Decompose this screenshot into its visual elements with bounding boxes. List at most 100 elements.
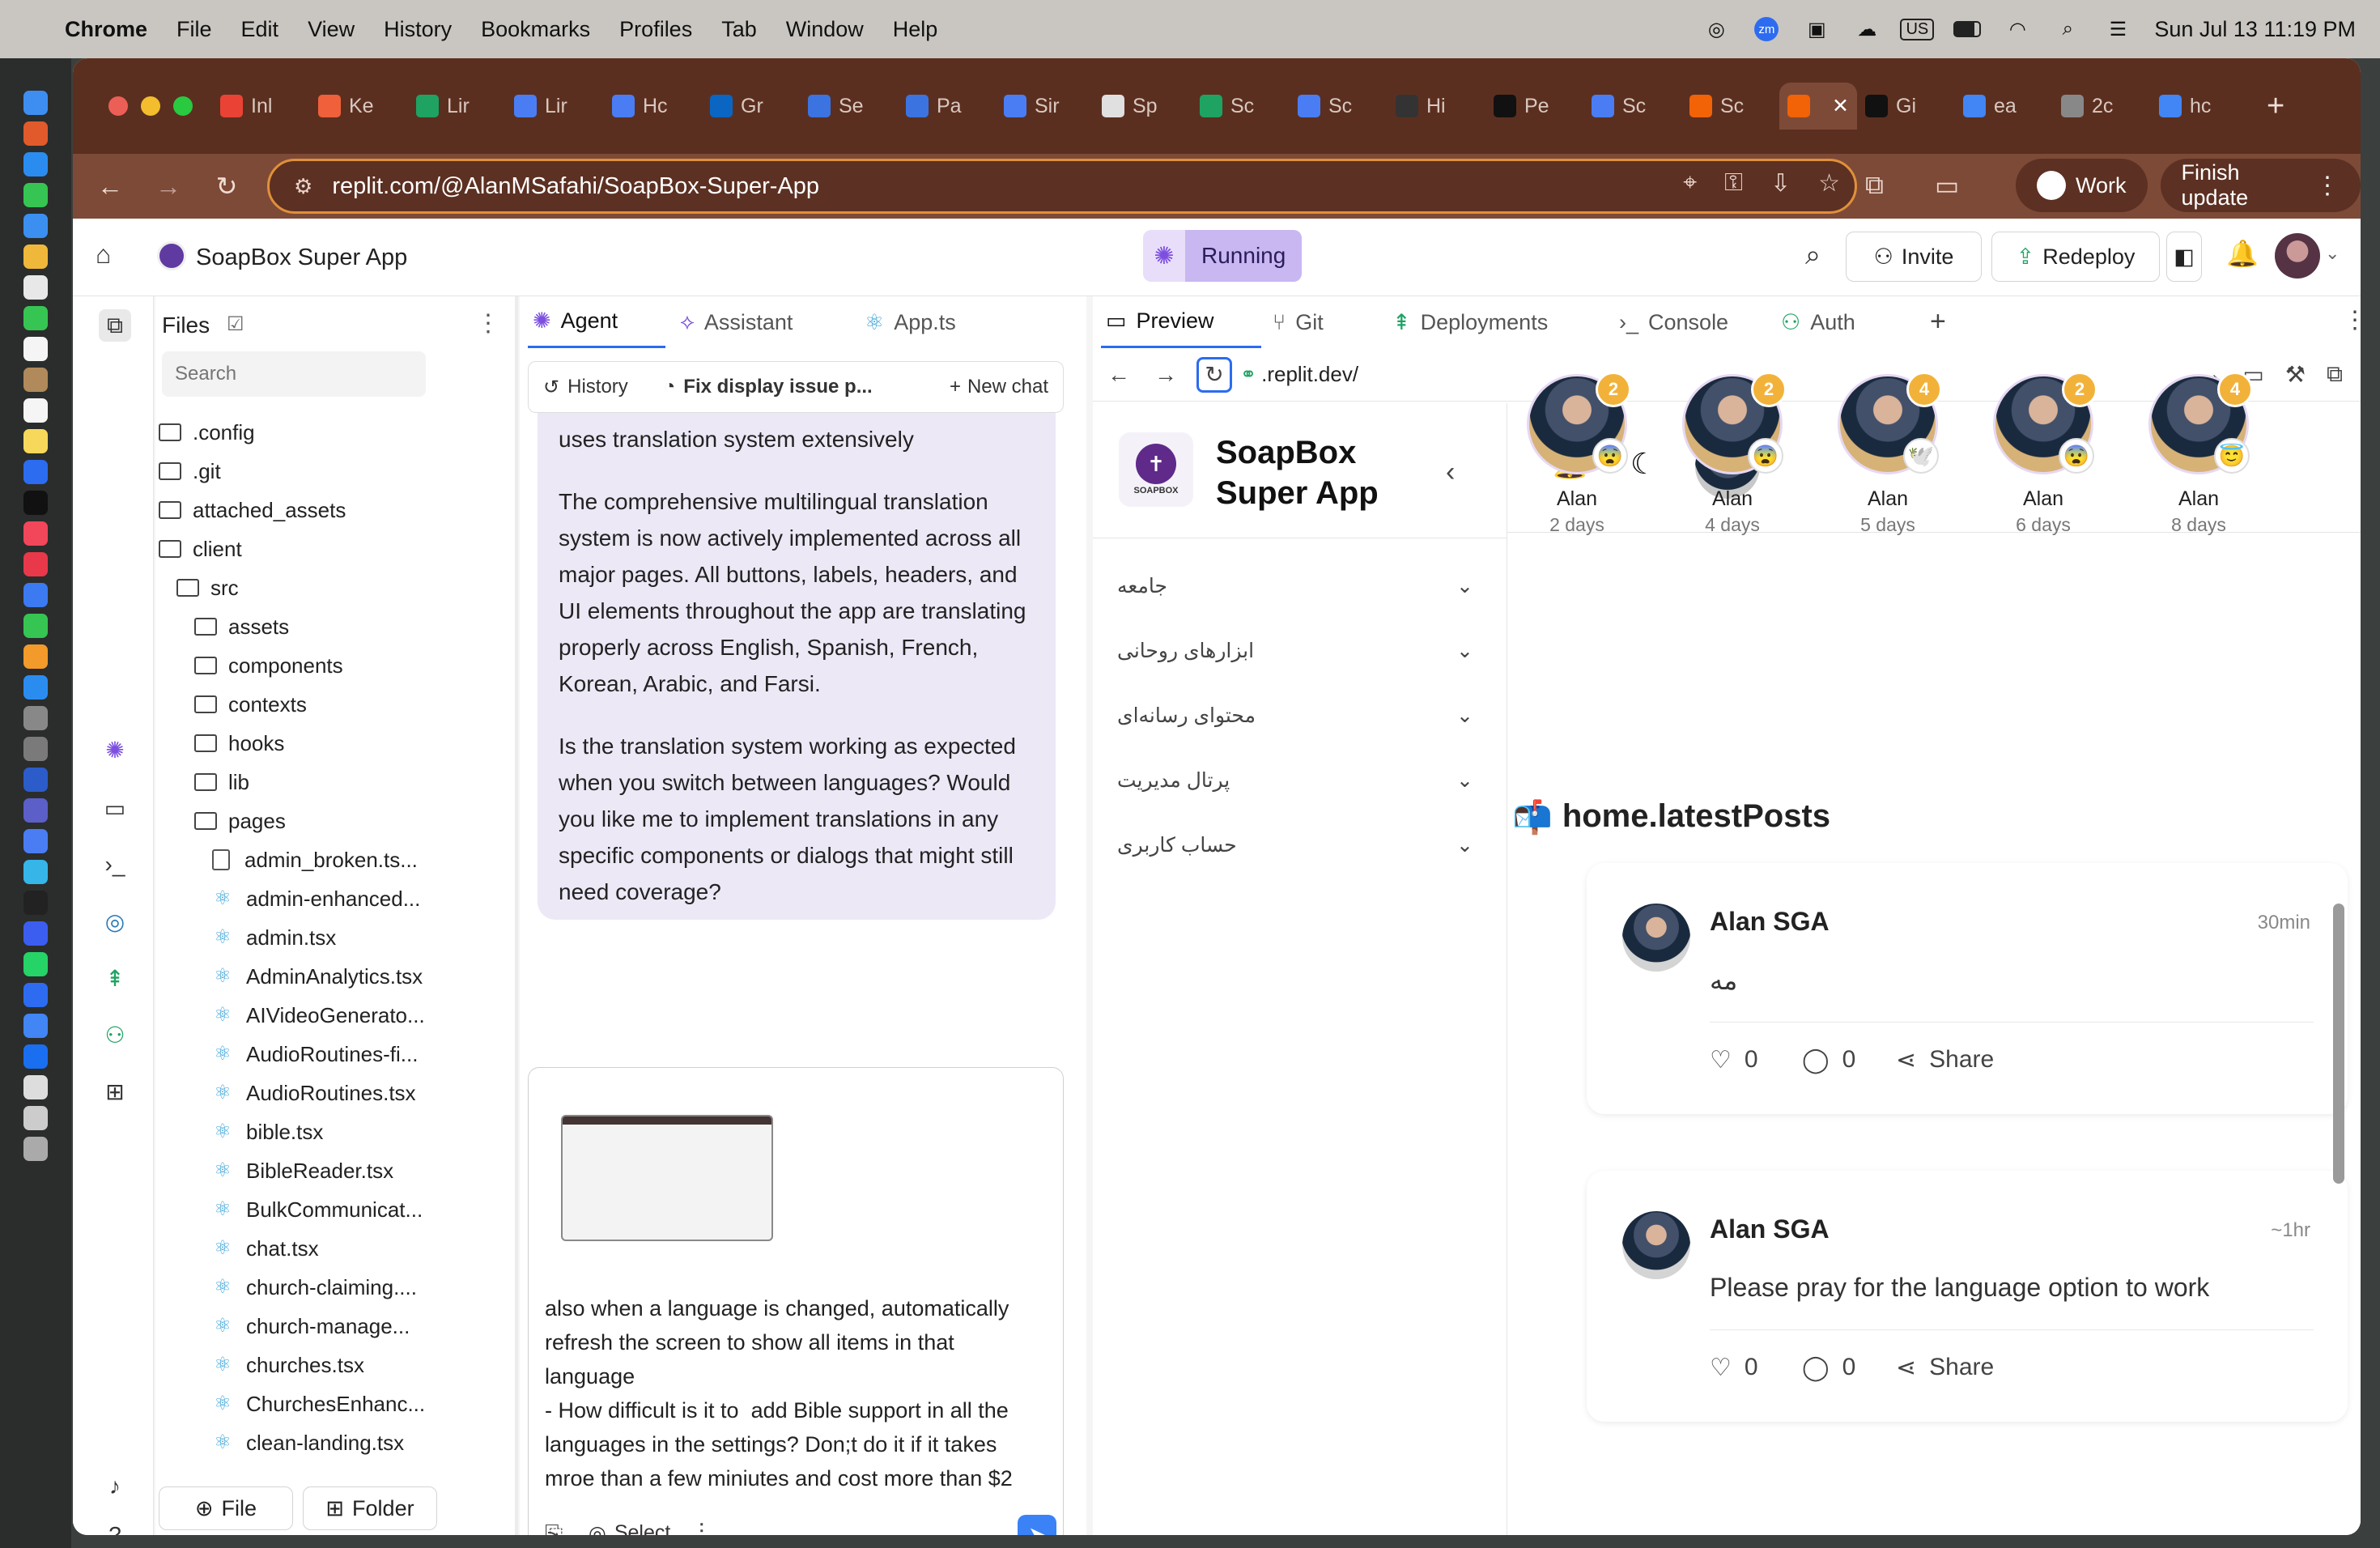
- folder-item[interactable]: attached_assets: [159, 491, 434, 529]
- post-author-avatar[interactable]: [1622, 904, 1690, 972]
- folder-item[interactable]: assets: [194, 607, 434, 646]
- database-icon[interactable]: ◎: [99, 905, 131, 938]
- like-button[interactable]: ♡ 0: [1710, 1354, 1758, 1382]
- browser-tab[interactable]: Sc: [1681, 83, 1779, 130]
- select-element-button[interactable]: ◎ Select: [589, 1521, 670, 1535]
- devtools-wrench-icon[interactable]: ⚒: [2285, 361, 2306, 388]
- pages-icon[interactable]: [23, 644, 48, 669]
- browser-tab[interactable]: Se: [800, 83, 898, 130]
- file-item[interactable]: ⚛ admin.tsx: [212, 918, 434, 957]
- preview-app-icon[interactable]: [23, 829, 48, 853]
- browser-tab[interactable]: Gi: [1857, 83, 1955, 130]
- folder-item[interactable]: pages: [194, 802, 434, 840]
- project-name[interactable]: SoapBox Super App: [196, 245, 407, 271]
- password-key-icon[interactable]: ⚿: [1724, 169, 1743, 198]
- menu-history[interactable]: History: [384, 17, 452, 42]
- post-author-avatar[interactable]: [1622, 1211, 1690, 1279]
- new-folder-button[interactable]: ⊞ Folder: [303, 1486, 437, 1530]
- app-store-icon[interactable]: [23, 675, 48, 700]
- folder-item[interactable]: client: [159, 529, 434, 568]
- menu-help[interactable]: Help: [893, 17, 938, 42]
- file-item[interactable]: ⚛ ChurchesEnhanc...: [212, 1384, 434, 1423]
- document-icon[interactable]: [23, 1075, 48, 1099]
- menu-window[interactable]: Window: [786, 17, 864, 42]
- chrome-icon[interactable]: [23, 1014, 48, 1038]
- trash-icon[interactable]: [23, 1137, 48, 1161]
- weather-icon[interactable]: ☁: [1853, 18, 1881, 40]
- comment-button[interactable]: ◯ 0: [1802, 1046, 1855, 1074]
- file-item[interactable]: ⚛ AdminAnalytics.tsx: [212, 957, 434, 996]
- invite-button[interactable]: ⚇ Invite: [1846, 232, 1982, 282]
- tv-icon[interactable]: [23, 491, 48, 515]
- chat-composer[interactable]: also when a language is changed, automat…: [528, 1067, 1064, 1535]
- browser-tab[interactable]: ea: [1955, 83, 2053, 130]
- menubar-clock[interactable]: Sun Jul 13 11:19 PM: [2154, 17, 2356, 42]
- word-icon[interactable]: [23, 768, 48, 792]
- browser-tab[interactable]: Gr: [702, 83, 800, 130]
- finder-2-icon[interactable]: [23, 860, 48, 884]
- browser-tab[interactable]: Hi: [1388, 83, 1485, 130]
- 1password-icon[interactable]: [23, 1044, 48, 1069]
- files-panel-icon[interactable]: ⧉: [99, 309, 131, 342]
- agent-icon[interactable]: ✺: [99, 734, 131, 766]
- browser-tab[interactable]: Sc: [1290, 83, 1388, 130]
- chevron-down-icon[interactable]: ⌄: [2325, 243, 2340, 264]
- reading-mode-icon[interactable]: ▭: [1935, 170, 1959, 201]
- whatsapp-icon[interactable]: [23, 952, 48, 976]
- iphone-mirroring-icon[interactable]: [23, 737, 48, 761]
- dark-mode-moon-icon[interactable]: ☾: [1630, 447, 1656, 481]
- numbers-icon[interactable]: [23, 614, 48, 638]
- menu-bookmarks[interactable]: Bookmarks: [481, 17, 590, 42]
- zoom-app-icon[interactable]: [23, 983, 48, 1007]
- vpn-icon[interactable]: ◎: [1702, 18, 1730, 40]
- file-item[interactable]: ⚛ church-manage...: [212, 1307, 434, 1346]
- folder-item[interactable]: .git: [159, 452, 434, 491]
- facetime-icon[interactable]: [23, 306, 48, 330]
- close-window-button[interactable]: [108, 96, 128, 116]
- folder-item[interactable]: lib: [194, 763, 434, 802]
- folder-item[interactable]: components: [194, 646, 434, 685]
- nav-dropdown[interactable]: جامعه ⌄: [1093, 554, 1498, 619]
- post-card[interactable]: Alan SGA 30min مه ♡ 0 ◯ 0 ⋖ Share: [1587, 863, 2348, 1114]
- new-file-button[interactable]: ⊕ File: [159, 1486, 293, 1530]
- forward-icon[interactable]: →: [139, 172, 198, 202]
- wifi-icon[interactable]: ◠: [2004, 18, 2031, 40]
- browser-tab[interactable]: hc: [2151, 83, 2249, 130]
- outlook-icon[interactable]: ▣: [1803, 18, 1830, 40]
- story-item[interactable]: 2 😨 Alan 6 days: [1987, 372, 2100, 536]
- collapse-sidebar-icon[interactable]: ‹: [1446, 457, 1455, 488]
- close-tab-icon[interactable]: ✕: [1832, 94, 1849, 118]
- back-icon[interactable]: ←: [81, 172, 139, 202]
- nav-dropdown[interactable]: حساب کاربری ⌄: [1093, 813, 1498, 878]
- tab-git[interactable]: ⑂ Git: [1273, 296, 1324, 348]
- help-icon[interactable]: ?: [99, 1519, 131, 1535]
- new-tab-icon[interactable]: +: [2267, 89, 2284, 124]
- post-author[interactable]: Alan SGA: [1710, 1214, 1830, 1244]
- freeform-icon[interactable]: [23, 460, 48, 484]
- run-status[interactable]: ✺ Running: [1143, 230, 1303, 282]
- preview-url[interactable]: .replit.dev/: [1261, 362, 1358, 387]
- browser-tab[interactable]: Pe: [1485, 83, 1583, 130]
- browser-tab[interactable]: Ke: [310, 83, 408, 130]
- downloads-icon[interactable]: [23, 1106, 48, 1130]
- tab-deployments[interactable]: ⇞ Deployments: [1392, 296, 1548, 348]
- folder-item[interactable]: hooks: [194, 724, 434, 763]
- file-item[interactable]: ⚛ admin-enhanced...: [212, 879, 434, 918]
- browser-tab[interactable]: 2c: [2053, 83, 2151, 130]
- preview-scrollbar[interactable]: [2333, 904, 2344, 1184]
- extensions-icon[interactable]: ⧉: [1865, 170, 1884, 201]
- maps-icon[interactable]: [23, 245, 48, 269]
- home-icon[interactable]: ⌂: [96, 240, 111, 270]
- bookmark-star-icon[interactable]: ☆: [1818, 169, 1840, 198]
- preview-back-icon[interactable]: ←: [1107, 362, 1130, 388]
- launchpad-icon[interactable]: [23, 121, 48, 146]
- all-tools-icon[interactable]: ⊞: [99, 1075, 131, 1108]
- browser-tab[interactable]: Hc: [604, 83, 702, 130]
- send-button[interactable]: ➤: [1018, 1515, 1056, 1535]
- tab-auth[interactable]: ⚇ Auth: [1781, 296, 1855, 348]
- profile-button[interactable]: Work: [2016, 159, 2148, 212]
- terminal-icon[interactable]: [23, 891, 48, 915]
- nav-dropdown[interactable]: محتوای رسانه‌ای ⌄: [1093, 683, 1498, 748]
- attached-screenshot-thumbnail[interactable]: [561, 1115, 773, 1241]
- nav-dropdown[interactable]: ابزارهای روحانی ⌄: [1093, 619, 1498, 683]
